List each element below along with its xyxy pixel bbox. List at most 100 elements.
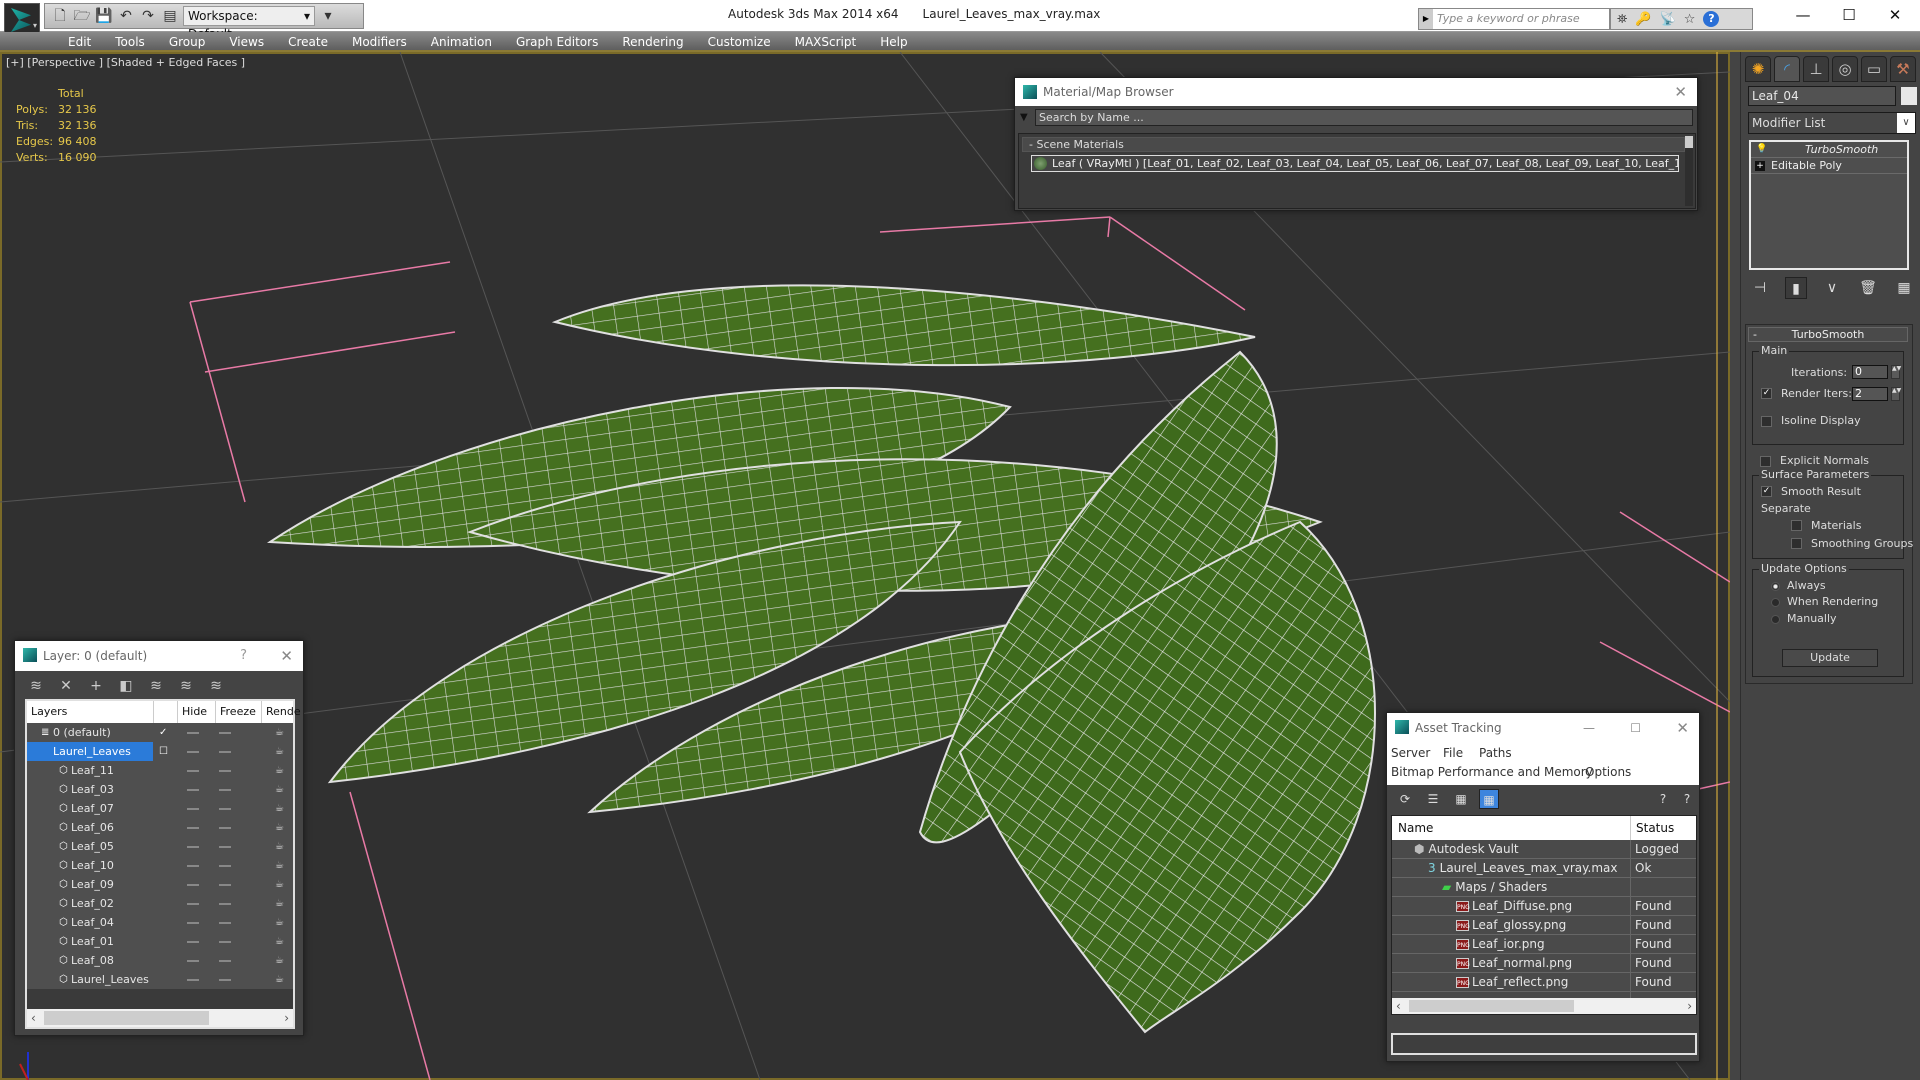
update-button[interactable]: Update: [1782, 649, 1878, 667]
asset-row[interactable]: PNG Leaf_reflect.png Found: [1392, 973, 1696, 992]
menu-create[interactable]: Create: [276, 32, 340, 50]
layer-name[interactable]: Laurel_Leaves: [27, 742, 153, 761]
freeze-toggle[interactable]: [219, 732, 231, 734]
refresh-icon[interactable]: ⟳: [1395, 789, 1415, 809]
maximize-button[interactable]: ☐: [1630, 713, 1641, 743]
expand-arrow-icon[interactable]: ▶: [1419, 9, 1433, 29]
menu-group[interactable]: Group: [157, 32, 218, 50]
object-color-swatch[interactable]: [1901, 87, 1917, 105]
freeze-toggle[interactable]: [219, 960, 231, 962]
minimize-button[interactable]: —: [1780, 4, 1826, 26]
minimize-button[interactable]: —: [1583, 713, 1595, 743]
layer-name[interactable]: Leaf_03: [71, 780, 114, 799]
object-name-field[interactable]: Leaf_04: [1748, 86, 1896, 106]
object-row[interactable]: ⬡ Leaf_03 ☕: [27, 780, 293, 799]
render-teapot-icon[interactable]: ☕: [275, 856, 284, 875]
column-header-freeze[interactable]: Freeze: [215, 701, 256, 723]
render-iters-spinner[interactable]: ▲▼: [1891, 387, 1901, 401]
set-current-checkbox[interactable]: ☐: [159, 742, 168, 761]
freeze-toggle[interactable]: [219, 884, 231, 886]
explicit-normals-checkbox[interactable]: [1760, 456, 1771, 467]
freeze-all-icon[interactable]: ≋: [207, 677, 225, 695]
star-icon[interactable]: ☆: [1684, 12, 1696, 27]
satellite-icon[interactable]: 📡: [1660, 12, 1676, 27]
maximize-button[interactable]: ☐: [1826, 4, 1872, 26]
menu-customize[interactable]: Customize: [696, 32, 783, 50]
asset-row[interactable]: PNG Leaf_glossy.png Found: [1392, 916, 1696, 935]
horizontal-scrollbar[interactable]: ‹ ›: [27, 1009, 293, 1027]
new-file-icon[interactable]: 🗋: [51, 7, 69, 25]
column-header-status[interactable]: Status: [1636, 816, 1674, 840]
scroll-thumb[interactable]: [44, 1011, 209, 1025]
table-view-icon[interactable]: ▦: [1479, 789, 1499, 809]
menu-views[interactable]: Views: [217, 32, 276, 50]
menu-graph-editors[interactable]: Graph Editors: [504, 32, 610, 50]
render-iters-input[interactable]: 2: [1852, 387, 1888, 401]
menu-options[interactable]: Options: [1585, 765, 1631, 779]
render-teapot-icon[interactable]: ☕: [275, 742, 284, 761]
layer-name[interactable]: Leaf_06: [71, 818, 114, 837]
rollout-header[interactable]: - TurboSmooth: [1748, 327, 1908, 342]
create-tab[interactable]: ✺: [1745, 56, 1771, 82]
layer-name[interactable]: Leaf_05: [71, 837, 114, 856]
stack-item-editable-poly[interactable]: + Editable Poly: [1751, 158, 1907, 174]
menu-tools[interactable]: Tools: [103, 32, 157, 50]
scroll-left-icon[interactable]: ‹: [31, 1009, 36, 1027]
render-teapot-icon[interactable]: ☕: [275, 799, 284, 818]
object-row[interactable]: ⬡ Leaf_06 ☕: [27, 818, 293, 837]
hide-toggle[interactable]: [187, 846, 199, 848]
hide-toggle[interactable]: [187, 751, 199, 753]
hide-toggle[interactable]: [187, 903, 199, 905]
scroll-right-icon[interactable]: ›: [1687, 998, 1692, 1014]
dialog-title-bar[interactable]: Layer: 0 (default)? ✕: [15, 641, 303, 671]
hide-toggle[interactable]: [187, 979, 199, 981]
scene-materials-header[interactable]: - Scene Materials: [1022, 137, 1685, 152]
object-row[interactable]: ⬡ Leaf_10 ☕: [27, 856, 293, 875]
iterations-input[interactable]: 0: [1852, 365, 1888, 379]
project-folder-icon[interactable]: ▤: [161, 7, 179, 25]
layer-name[interactable]: Leaf_11: [71, 761, 114, 780]
render-teapot-icon[interactable]: ☕: [275, 913, 284, 932]
object-row[interactable]: ⬡ Leaf_01 ☕: [27, 932, 293, 951]
help-icon[interactable]: ?: [1703, 11, 1720, 27]
menu-server[interactable]: Server: [1391, 746, 1430, 760]
modify-tab[interactable]: ◜: [1774, 56, 1800, 82]
freeze-toggle[interactable]: [219, 941, 231, 943]
object-row[interactable]: ⬡ Leaf_07 ☕: [27, 799, 293, 818]
highlight-layer-icon[interactable]: ≋: [147, 677, 165, 695]
materials-checkbox[interactable]: [1791, 520, 1802, 531]
stack-item-turbosmooth[interactable]: 💡 TurboSmooth: [1751, 142, 1907, 158]
freeze-toggle[interactable]: [219, 789, 231, 791]
viewport-label[interactable]: [+] [Perspective ] [Shaded + Edged Faces…: [6, 56, 245, 69]
menu-help[interactable]: Help: [868, 32, 919, 50]
column-separator[interactable]: [1630, 816, 1631, 840]
menu-edit[interactable]: Edit: [56, 32, 103, 50]
column-header-hide[interactable]: Hide: [177, 701, 207, 723]
motion-tab[interactable]: ◎: [1832, 56, 1858, 82]
layer-name[interactable]: Leaf_01: [71, 932, 114, 951]
render-teapot-icon[interactable]: ☕: [275, 875, 284, 894]
app-menu-button[interactable]: ▾: [4, 3, 40, 35]
render-teapot-icon[interactable]: ☕: [275, 723, 284, 742]
lightbulb-icon[interactable]: 💡: [1755, 142, 1769, 157]
make-unique-icon[interactable]: ∨: [1821, 277, 1843, 299]
object-row[interactable]: ⬡ Leaf_09 ☕: [27, 875, 293, 894]
remove-modifier-icon[interactable]: 🗑: [1857, 277, 1879, 299]
scroll-right-icon[interactable]: ›: [284, 1009, 289, 1027]
binoculars-icon[interactable]: ⛯: [1617, 12, 1627, 27]
render-teapot-icon[interactable]: ☕: [275, 970, 284, 989]
redo-icon[interactable]: ↷: [139, 7, 157, 25]
key-icon[interactable]: 🔑: [1635, 12, 1651, 27]
asset-row[interactable]: ▰ Maps / Shaders: [1392, 878, 1696, 897]
leaf-mesh[interactable]: [551, 284, 1256, 367]
pin-stack-icon[interactable]: ⊣: [1749, 277, 1771, 299]
dialog-title-bar[interactable]: Material/Map Browser ✕: [1015, 78, 1697, 106]
hide-toggle[interactable]: [187, 789, 199, 791]
layer-name[interactable]: Leaf_08: [71, 951, 114, 970]
render-teapot-icon[interactable]: ☕: [275, 894, 284, 913]
hide-toggle[interactable]: [187, 884, 199, 886]
layer-row[interactable]: ≣ 0 (default) ✓ ☕: [27, 723, 293, 742]
infocenter-search[interactable]: ▶ Type a keyword or phrase: [1418, 8, 1610, 30]
update-manually-radio[interactable]: [1771, 615, 1780, 624]
help-button[interactable]: ?: [240, 641, 247, 671]
